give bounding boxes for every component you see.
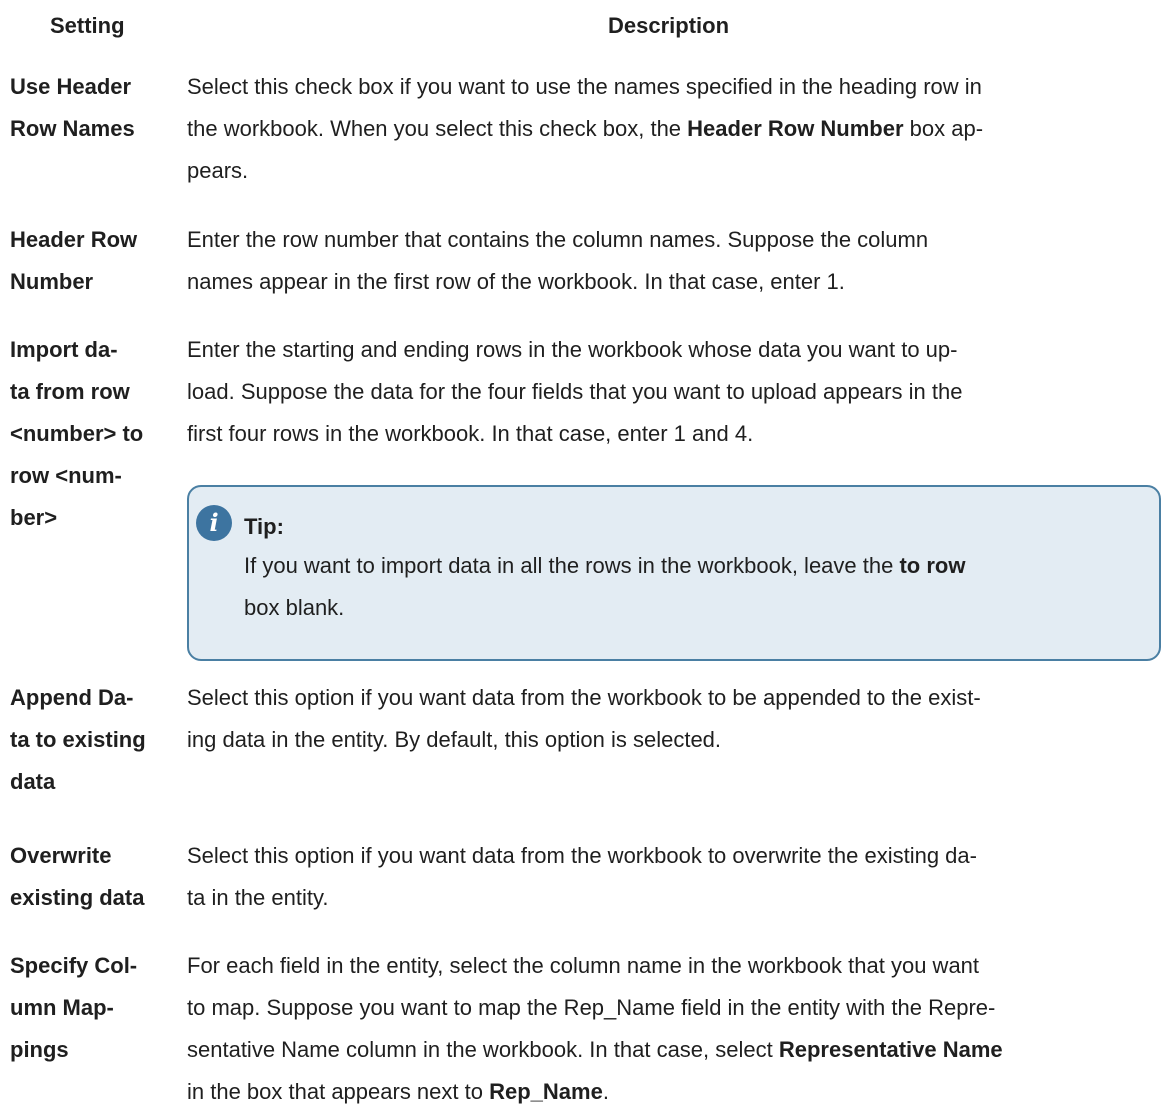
text-line: pears. (187, 150, 1165, 192)
info-icon: i (196, 505, 232, 541)
text-run: For each field in the entity, select the… (187, 953, 980, 978)
bold-term: Header Row Number (687, 116, 904, 141)
setting-name-line: <number> to (10, 421, 144, 446)
setting-description: Enter the row number that contains the c… (187, 219, 1165, 303)
text-line: box blank. (244, 587, 1154, 629)
setting-name-line: ta to existing (10, 727, 146, 752)
setting-name: Header Row Number (10, 219, 170, 303)
tip-box: i Tip: If you want to import data in all… (187, 485, 1161, 661)
setting-name: Append Da-ta to existing data (10, 677, 170, 803)
text-line: first four rows in the workbook. In that… (187, 413, 1165, 455)
text-line: load. Suppose the data for the four fiel… (187, 371, 1165, 413)
text-run: Enter the starting and ending rows in th… (187, 337, 958, 362)
text-line: ta in the entity. (187, 877, 1165, 919)
settings-table: Setting Description Use Header Row Names … (0, 0, 1173, 1112)
text-line: For each field in the entity, select the… (187, 945, 1165, 987)
setting-name-line: row <num- (10, 463, 122, 488)
setting-name-line: Append Da- (10, 685, 134, 710)
setting-name-line: Use Header (10, 74, 132, 99)
bold-term: Rep_Name (489, 1079, 603, 1104)
bold-term: to row (899, 553, 966, 578)
setting-name: Specify Col-umn Map-pings (10, 945, 170, 1071)
text-run: first four rows in the workbook. In that… (187, 421, 754, 446)
text-line: to map. Suppose you want to map the Rep_… (187, 987, 1165, 1029)
text-line: sentative Name column in the workbook. I… (187, 1029, 1165, 1071)
setting-description: Select this option if you want data from… (187, 835, 1165, 919)
setting-name-line: Row Names (10, 116, 135, 141)
setting-description: Select this option if you want data from… (187, 677, 1165, 761)
text-run: pears. (187, 158, 249, 183)
setting-name-line: pings (10, 1037, 69, 1062)
setting-name: Import da-ta from row <number> to row <num… (10, 329, 170, 539)
text-line: ing data in the entity. By default, this… (187, 719, 1165, 761)
setting-name-line: ta from row (10, 379, 130, 404)
setting-description: Enter the starting and ending rows in th… (187, 329, 1165, 455)
text-line: in the box that appears next to Rep_Name… (187, 1071, 1165, 1113)
text-run: If you want to import data in all the ro… (244, 553, 900, 578)
column-header-setting: Setting (50, 13, 125, 38)
column-header-description: Description (608, 13, 730, 38)
text-run: ta in the entity. (187, 885, 329, 910)
setting-name-line: data (10, 769, 56, 794)
text-run: to map. Suppose you want to map the Rep_… (187, 995, 996, 1020)
text-line: Select this check box if you want to use… (187, 66, 1165, 108)
text-run: sentative Name column in the workbook. I… (187, 1037, 779, 1062)
setting-name: Use Header Row Names (10, 66, 170, 150)
text-run: box blank. (244, 595, 345, 620)
tip-text: If you want to import data in all the ro… (244, 545, 1154, 629)
setting-name: Overwrite existing data (10, 835, 170, 919)
setting-name-line: Import da- (10, 337, 118, 362)
tip-title: Tip: (244, 514, 284, 539)
setting-name-line: Overwrite (10, 843, 112, 868)
text-line: If you want to import data in all the ro… (244, 545, 1154, 587)
text-run: Select this check box if you want to use… (187, 74, 982, 99)
setting-name-line: Specify Col- (10, 953, 138, 978)
text-run: the workbook. When you select this check… (187, 116, 688, 141)
setting-name-line: existing data (10, 885, 145, 910)
text-run: in the box that appears next to (187, 1079, 490, 1104)
text-line: Enter the starting and ending rows in th… (187, 329, 1165, 371)
bold-term: Representative Name (778, 1037, 1003, 1062)
setting-description: Select this check box if you want to use… (187, 66, 1165, 192)
setting-name-line: umn Map- (10, 995, 114, 1020)
text-line: names appear in the first row of the wor… (187, 261, 1165, 303)
setting-name-line: ber> (10, 505, 58, 530)
text-run: names appear in the first row of the wor… (187, 269, 845, 294)
text-run: Enter the row number that contains the c… (187, 227, 929, 252)
text-run: load. Suppose the data for the four fiel… (187, 379, 963, 404)
text-line: Select this option if you want data from… (187, 835, 1165, 877)
text-line: the workbook. When you select this check… (187, 108, 1165, 150)
text-run: box ap- (903, 116, 984, 141)
setting-description: For each field in the entity, select the… (187, 945, 1165, 1113)
text-run: . (602, 1079, 609, 1104)
text-run: Select this option if you want data from… (187, 685, 981, 710)
text-line: Select this option if you want data from… (187, 677, 1165, 719)
setting-name-line: Number (10, 269, 94, 294)
text-run: Select this option if you want data from… (187, 843, 977, 868)
text-line: Enter the row number that contains the c… (187, 219, 1165, 261)
setting-name-line: Header Row (10, 227, 138, 252)
text-run: ing data in the entity. By default, this… (187, 727, 722, 752)
